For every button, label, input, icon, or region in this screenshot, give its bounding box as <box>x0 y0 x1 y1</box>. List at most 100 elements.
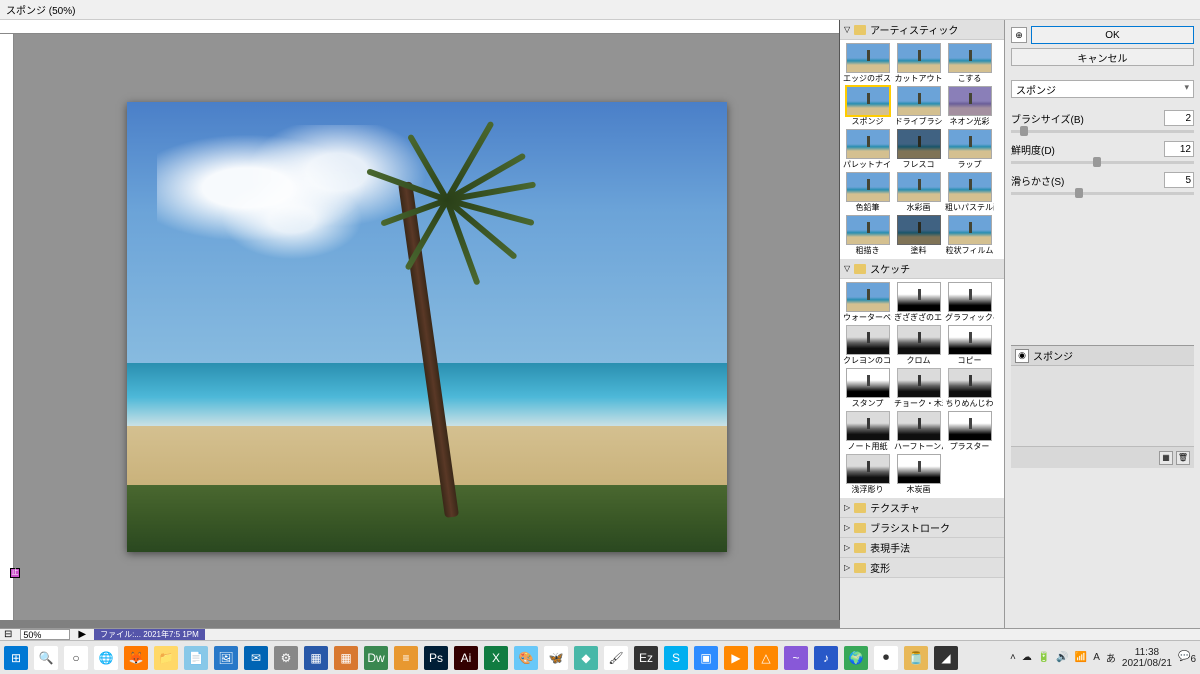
taskbar-cortana-icon[interactable]: ○ <box>64 646 88 670</box>
slider-track[interactable] <box>1011 192 1194 195</box>
group-header-artistic[interactable]: ▽ アーティスティック <box>840 20 1004 40</box>
taskbar-media-icon[interactable]: ▶ <box>724 646 748 670</box>
taskbar-photos-icon[interactable]: 🖼 <box>214 646 238 670</box>
filter-item[interactable]: ウォーターペーパー <box>843 282 892 323</box>
filter-item[interactable]: こする <box>945 43 994 84</box>
taskbar-vlc-icon[interactable]: △ <box>754 646 778 670</box>
taskbar-app-dark-icon[interactable]: ◢ <box>934 646 958 670</box>
slider-thumb[interactable] <box>1020 126 1028 136</box>
filter-item[interactable]: ハーフトーンパターン <box>894 411 943 452</box>
taskbar-globe-icon[interactable]: 🌍 <box>844 646 868 670</box>
filter-item[interactable]: ネオン光彩 <box>945 86 994 127</box>
filter-item[interactable]: 浅浮彫り <box>843 454 892 495</box>
notifications-icon[interactable]: 💬6 <box>1178 651 1196 665</box>
filter-item[interactable]: チョーク・木炭画 <box>894 368 943 409</box>
taskbar-paint-icon[interactable]: 🎨 <box>514 646 538 670</box>
taskbar-photoshop-icon[interactable]: Ps <box>424 646 448 670</box>
taskbar-jar-icon[interactable]: 🫙 <box>904 646 928 670</box>
taskbar-explorer-icon[interactable]: 📁 <box>154 646 178 670</box>
tray-chevron-icon[interactable]: ˄ <box>1010 652 1016 663</box>
filter-item[interactable]: グラフィックペン <box>945 282 994 323</box>
taskbar-sublime-icon[interactable]: ≡ <box>394 646 418 670</box>
filter-dropdown[interactable]: スポンジ <box>1011 80 1194 98</box>
tray-lang-icon[interactable]: あ <box>1106 650 1116 665</box>
taskbar-start-icon[interactable]: ⊞ <box>4 646 28 670</box>
filter-item[interactable]: スポンジ <box>843 86 892 127</box>
filter-item[interactable]: 粒状フィルム <box>945 215 994 256</box>
filter-item[interactable]: カットアウト <box>894 43 943 84</box>
filter-item[interactable]: ラップ <box>945 129 994 170</box>
taskbar-notepad-icon[interactable]: 📄 <box>184 646 208 670</box>
ruler-vertical[interactable] <box>0 34 14 620</box>
filter-item[interactable]: 粗描き <box>843 215 892 256</box>
nav-left-icon[interactable]: ⊟ <box>4 629 12 640</box>
tray-battery-icon[interactable]: 🔋 <box>1038 652 1050 663</box>
filter-item[interactable]: 木炭画 <box>894 454 943 495</box>
taskbar-firefox-icon[interactable]: 🦊 <box>124 646 148 670</box>
filter-item[interactable]: ノート用紙 <box>843 411 892 452</box>
slider-track[interactable] <box>1011 130 1194 133</box>
tray-cloud-icon[interactable]: ☁ <box>1022 652 1032 663</box>
filter-item[interactable]: コピー <box>945 325 994 366</box>
visibility-icon[interactable]: ◉ <box>1015 349 1029 363</box>
filter-item[interactable]: クロム <box>894 325 943 366</box>
filter-item[interactable]: 塗料 <box>894 215 943 256</box>
taskbar-music-icon[interactable]: ♪ <box>814 646 838 670</box>
filter-item[interactable]: 色鉛筆 <box>843 172 892 213</box>
cancel-button[interactable]: キャンセル <box>1011 48 1194 66</box>
slider-thumb[interactable] <box>1075 188 1083 198</box>
group-header-collapsed[interactable]: ▷表現手法 <box>840 538 1004 558</box>
taskbar-ide2-icon[interactable]: ▦ <box>334 646 358 670</box>
delete-effect-button[interactable]: 🗑 <box>1176 451 1190 465</box>
tray-ime-icon[interactable]: A <box>1093 652 1100 663</box>
taskbar-brush-icon[interactable]: 🖌 <box>604 646 628 670</box>
filter-item[interactable]: プラスター <box>945 411 994 452</box>
filter-item[interactable]: エッジのポスタリゼ <box>843 43 892 84</box>
taskbar-butterfly-icon[interactable]: 🦋 <box>544 646 568 670</box>
slider-value-input[interactable] <box>1164 110 1194 126</box>
taskbar-skype-icon[interactable]: S <box>664 646 688 670</box>
nav-right-icon[interactable]: ▶ <box>78 629 86 640</box>
taskbar-outlook-icon[interactable]: ✉ <box>244 646 268 670</box>
filter-item[interactable]: ちりめんじわ <box>945 368 994 409</box>
slider-value-input[interactable] <box>1164 172 1194 188</box>
filter-item[interactable]: 粗いパステル画 <box>945 172 994 213</box>
taskbar-settings-icon[interactable]: ⚙ <box>274 646 298 670</box>
taskbar-illustrator-icon[interactable]: Ai <box>454 646 478 670</box>
slider-thumb[interactable] <box>1093 157 1101 167</box>
group-header-sketch[interactable]: ▽ スケッチ <box>840 259 1004 279</box>
taskbar-search-icon[interactable]: 🔍 <box>34 646 58 670</box>
taskbar-app-teal-icon[interactable]: ◆ <box>574 646 598 670</box>
taskbar-app-purple-icon[interactable]: ~ <box>784 646 808 670</box>
taskbar-zoom-icon[interactable]: ▣ <box>694 646 718 670</box>
taskbar-excel-icon[interactable]: X <box>484 646 508 670</box>
group-header-collapsed[interactable]: ▷変形 <box>840 558 1004 578</box>
filter-item[interactable]: 水彩画 <box>894 172 943 213</box>
taskbar-ide1-icon[interactable]: ▦ <box>304 646 328 670</box>
taskbar-chrome-icon[interactable]: 🌐 <box>94 646 118 670</box>
ok-button[interactable]: OK <box>1031 26 1194 44</box>
taskbar-dreamweaver-icon[interactable]: Dw <box>364 646 388 670</box>
filter-item[interactable]: クレヨンのコンテ画 <box>843 325 892 366</box>
slider-track[interactable] <box>1011 161 1194 164</box>
filter-item[interactable]: パレットナイフ <box>843 129 892 170</box>
filter-item[interactable]: スタンプ <box>843 368 892 409</box>
tray-volume-icon[interactable]: 🔊 <box>1056 652 1068 663</box>
group-header-collapsed[interactable]: ▷テクスチャ <box>840 498 1004 518</box>
filter-item[interactable]: フレスコ <box>894 129 943 170</box>
zoom-icon[interactable]: ⊕ <box>1011 27 1027 43</box>
filter-item[interactable]: ぎざぎざのエッジ <box>894 282 943 323</box>
ruler-horizontal[interactable] <box>0 20 839 34</box>
layers-body[interactable] <box>1011 366 1194 446</box>
group-header-collapsed[interactable]: ▷ブラシストローク <box>840 518 1004 538</box>
filter-item[interactable]: ドライブラシ <box>894 86 943 127</box>
tray-wifi-icon[interactable]: 📶 <box>1075 652 1087 663</box>
taskbar-record-icon[interactable]: ⏺ <box>874 646 898 670</box>
slider-value-input[interactable] <box>1164 141 1194 157</box>
zoom-select[interactable] <box>20 629 70 640</box>
taskbar-ez-icon[interactable]: Ez <box>634 646 658 670</box>
canvas-viewport[interactable] <box>14 34 839 620</box>
marker-icon[interactable]: 止 <box>10 568 20 578</box>
new-effect-button[interactable]: ▦ <box>1159 451 1173 465</box>
clock[interactable]: 11:38 2021/08/21 <box>1122 647 1172 669</box>
